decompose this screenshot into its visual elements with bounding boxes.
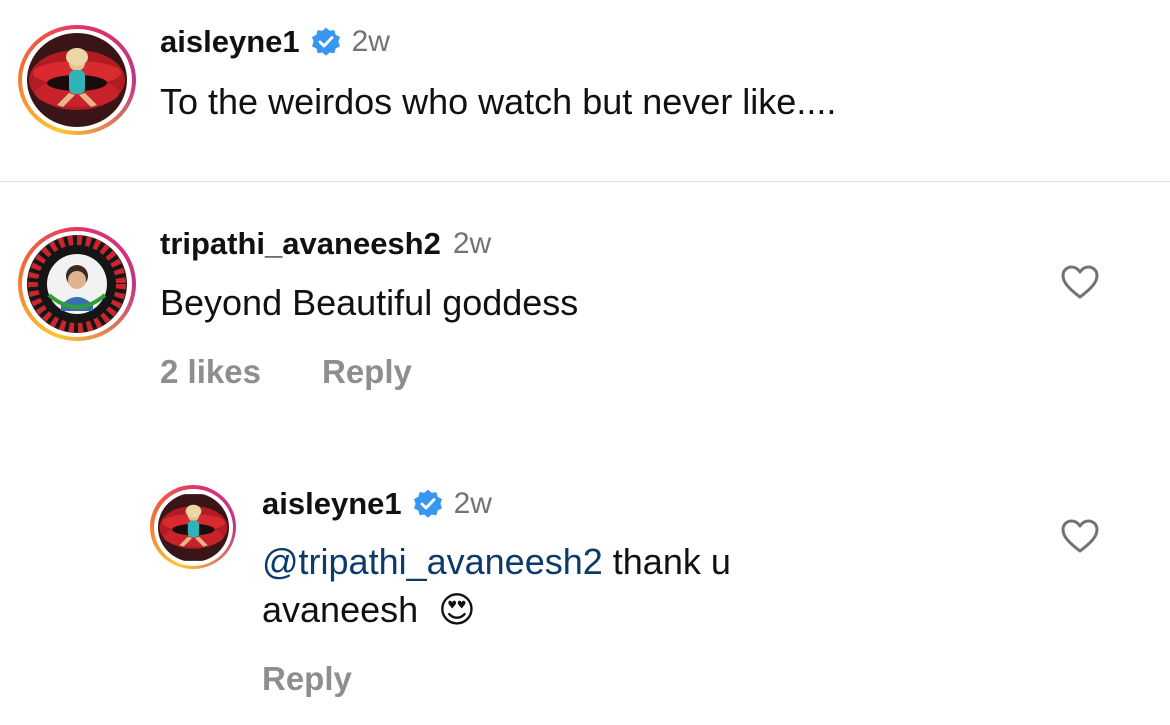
comment-username[interactable]: tripathi_avaneesh2 <box>160 226 441 262</box>
comment-likes[interactable]: 2 likes <box>160 353 261 391</box>
reply-text-line2: avaneesh 😍 <box>262 586 476 633</box>
caption-text: To the weirdos who watch but never like.… <box>160 81 837 122</box>
reply-avatar-ring[interactable] <box>150 485 236 569</box>
comment-text: Beyond Beautiful goddess <box>160 282 579 323</box>
caption-username[interactable]: aisleyne1 <box>160 24 300 60</box>
heart-eyes-emoji: 😍 <box>438 589 476 630</box>
comment-reply-button[interactable]: Reply <box>322 353 412 391</box>
heart-outline-icon[interactable] <box>1060 264 1100 300</box>
verified-badge-icon <box>310 26 342 58</box>
caption-avatar <box>27 33 127 127</box>
reply-text-line1: @tripathi_avaneesh2 thank u <box>262 538 731 585</box>
reply-text-word: avaneesh <box>262 589 419 630</box>
reply-time: 2w <box>453 487 492 520</box>
caption-time: 2w <box>351 25 390 58</box>
comment-avatar-ring[interactable] <box>18 227 136 341</box>
divider <box>0 181 1170 182</box>
verified-badge-icon <box>412 488 444 520</box>
reply-header: aisleyne1 2w <box>262 484 492 524</box>
comment-avatar <box>27 235 127 333</box>
reply-mention-link[interactable]: @tripathi_avaneesh2 <box>262 541 603 582</box>
caption-header: aisleyne1 2w <box>160 22 390 62</box>
comment-header: tripathi_avaneesh2 2w <box>160 224 491 264</box>
reply-reply-button[interactable]: Reply <box>262 660 352 698</box>
reply-avatar <box>157 493 229 562</box>
reply-username[interactable]: aisleyne1 <box>262 486 402 522</box>
reply-text-rest: thank u <box>602 541 731 582</box>
comment-time: 2w <box>452 227 492 260</box>
caption-avatar-ring[interactable] <box>18 25 136 135</box>
heart-outline-icon[interactable] <box>1060 518 1100 554</box>
